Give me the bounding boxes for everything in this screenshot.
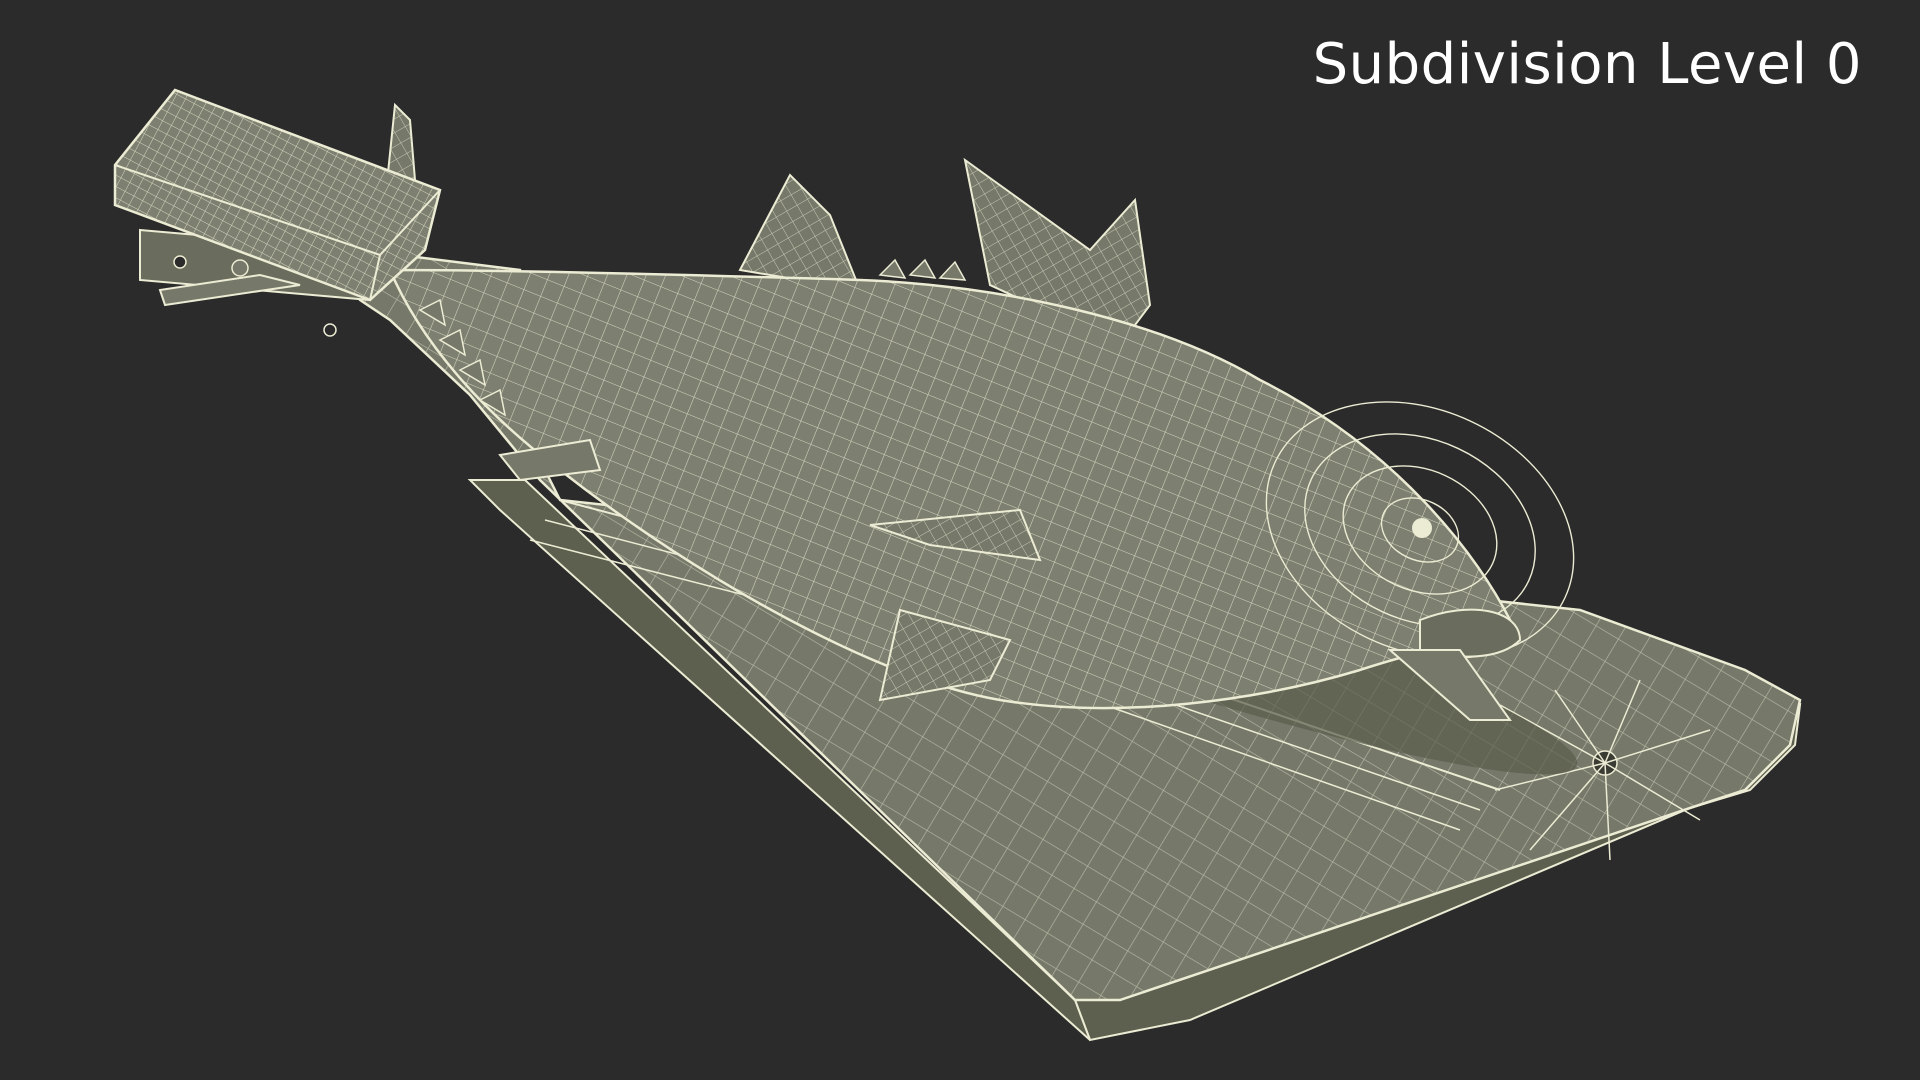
fish-eye bbox=[1412, 518, 1432, 538]
subdivision-level-label: Subdivision Level 0 bbox=[1312, 32, 1862, 97]
fish-finlets bbox=[878, 258, 967, 281]
render-viewport: Subdivision Level 0 bbox=[0, 0, 1920, 1080]
wireframe-model bbox=[113, 88, 1802, 1042]
fish bbox=[378, 102, 1575, 721]
